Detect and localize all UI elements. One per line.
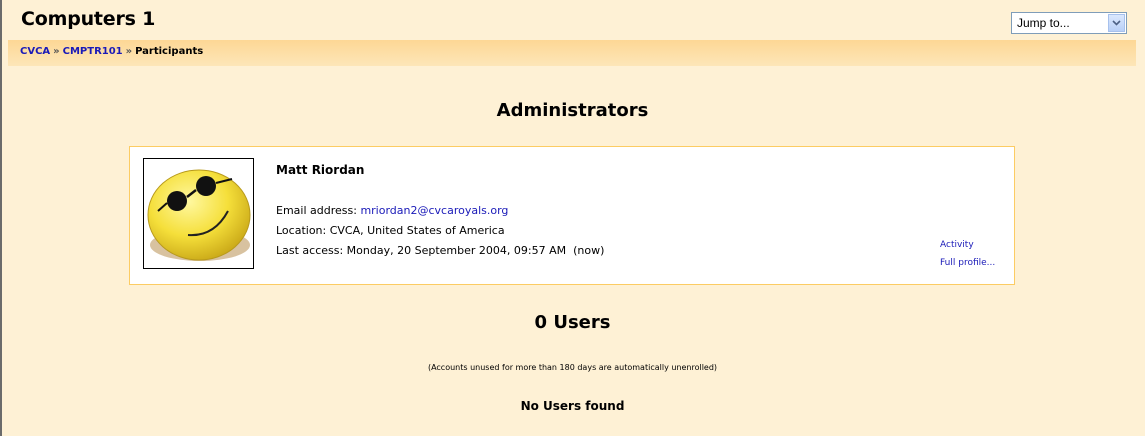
email-label: Email address: bbox=[276, 204, 357, 217]
chevron-down-icon[interactable] bbox=[1108, 14, 1125, 32]
full-profile-link[interactable]: Full profile... bbox=[940, 258, 995, 268]
no-users-message: No Users found bbox=[520, 399, 625, 413]
breadcrumb-separator: » bbox=[53, 46, 60, 57]
user-name[interactable]: Matt Riordan bbox=[276, 163, 364, 177]
location-text: Location: CVCA, United States of America bbox=[276, 224, 505, 237]
course-title: Computers 1 bbox=[21, 8, 156, 30]
jump-to-select[interactable]: Jump to... bbox=[1011, 12, 1127, 34]
breadcrumb-cmptr101[interactable]: CMPTR101 bbox=[63, 46, 123, 57]
navigation-bar: CVCA» CMPTR101» Participants bbox=[8, 40, 1136, 66]
breadcrumb-participants: Participants bbox=[135, 46, 204, 57]
users-heading: 0 Users bbox=[534, 312, 611, 333]
breadcrumb: CVCA» CMPTR101» Participants bbox=[20, 46, 203, 57]
breadcrumb-cvca[interactable]: CVCA bbox=[20, 46, 50, 57]
administrators-heading: Administrators bbox=[496, 100, 649, 121]
user-profile-card: Matt Riordan Email address: mriordan2@cv… bbox=[129, 146, 1015, 285]
smiley-face-icon bbox=[147, 169, 251, 261]
breadcrumb-separator: » bbox=[125, 46, 133, 57]
email-link[interactable]: mriordan2@cvcaroyals.org bbox=[360, 204, 508, 217]
unenroll-note: (Accounts unused for more than 180 days … bbox=[427, 363, 718, 372]
activity-link[interactable]: Activity bbox=[940, 240, 974, 250]
avatar[interactable] bbox=[143, 158, 254, 269]
email-line: Email address: mriordan2@cvcaroyals.org bbox=[276, 204, 508, 217]
jump-to-value: Jump to... bbox=[1017, 16, 1070, 30]
page-header: Computers 1 Jump to... bbox=[8, 0, 1136, 40]
last-access-text: Last access: Monday, 20 September 2004, … bbox=[276, 244, 605, 257]
